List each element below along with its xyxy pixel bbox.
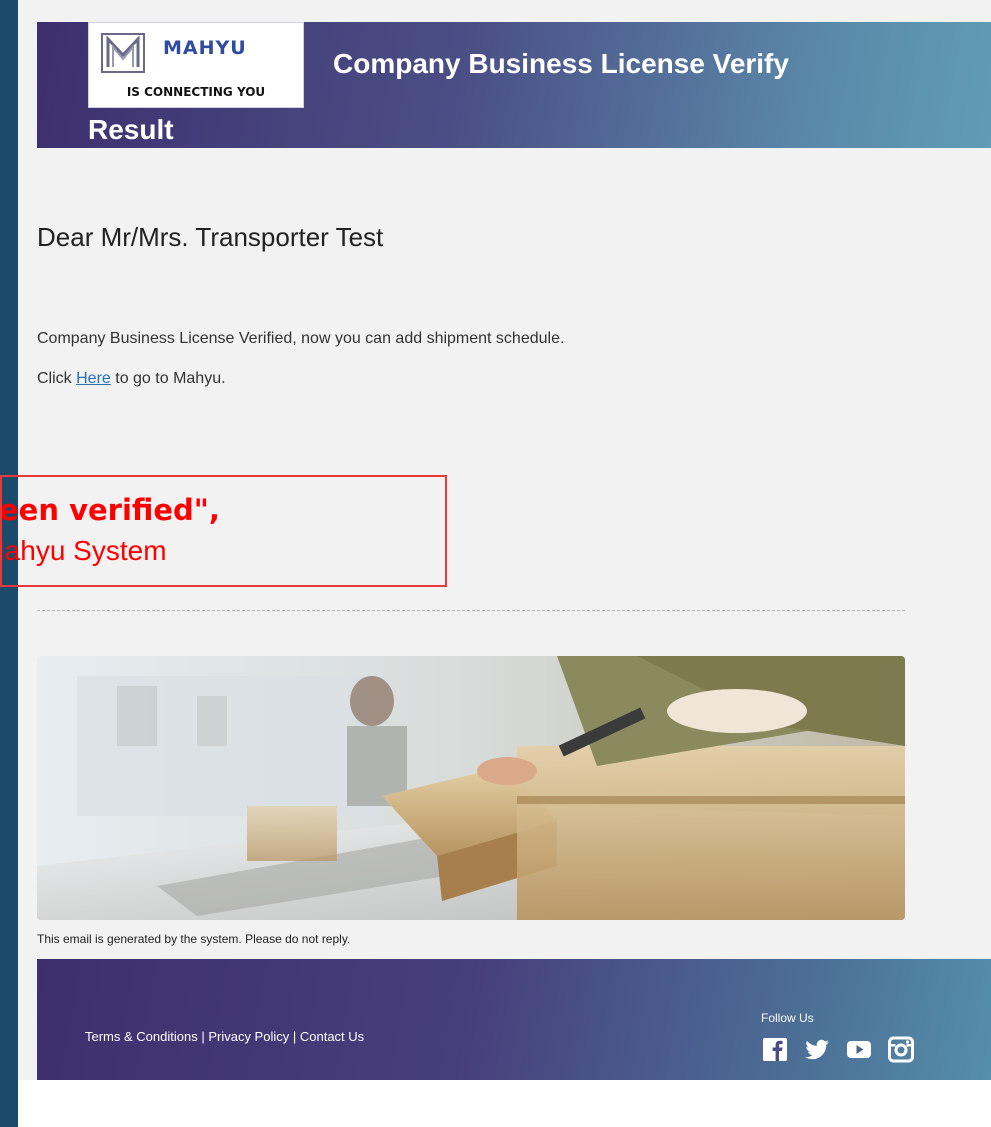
terms-link[interactable]: Terms & Conditions [85,1029,198,1044]
brand-tagline: IS CONNECTING YOU [126,85,266,99]
privacy-link[interactable]: Privacy Policy [208,1029,289,1044]
cta-suffix: to go to Mahyu. [110,370,226,387]
footer-separator: | [197,1029,209,1044]
bottom-band [18,1080,991,1127]
mahyu-logo: MAHYU IS CONNECTING YOU [88,22,304,108]
mahyu-m-icon [101,33,145,73]
cta-prefix: Click [37,370,77,387]
email-header: MAHYU IS CONNECTING YOU Company Business… [37,22,991,148]
email-footer: Terms & Conditions | Privacy Policy | Co… [37,959,991,1080]
cta-line: Click Here to go to Mahyu. [37,370,226,388]
email-body: MAHYU IS CONNECTING YOU Company Business… [0,0,991,1127]
contact-link[interactable]: Contact Us [300,1029,364,1044]
callout-line-1: ave been verified", [0,493,220,527]
footer-separator: | [289,1029,300,1044]
divider [37,610,905,611]
annotation-callout: ave been verified", ess Mahyu System [0,475,447,587]
header-title: Company Business License Verify [333,48,789,79]
footer-links: Terms & Conditions | Privacy Policy | Co… [85,1029,364,1044]
brand-name: MAHYU [163,37,247,59]
callout-line-2: ess Mahyu System [2,535,167,566]
here-link[interactable]: Here [76,370,111,387]
verification-message: Company Business License Verified, now y… [37,330,565,347]
facebook-icon[interactable] [761,1035,789,1063]
instagram-icon[interactable] [887,1035,915,1063]
follow-us-label: Follow Us [761,1011,814,1025]
greeting: Dear Mr/Mrs. Transporter Test [37,222,384,252]
youtube-icon[interactable] [845,1035,873,1063]
twitter-icon[interactable] [803,1035,831,1063]
warehouse-photo-illustration [37,656,905,920]
top-band [18,0,991,22]
warehouse-photo [37,656,905,920]
disclaimer: This email is generated by the system. P… [37,932,351,946]
social-links [761,1035,915,1063]
header-title-result: Result [88,114,174,145]
